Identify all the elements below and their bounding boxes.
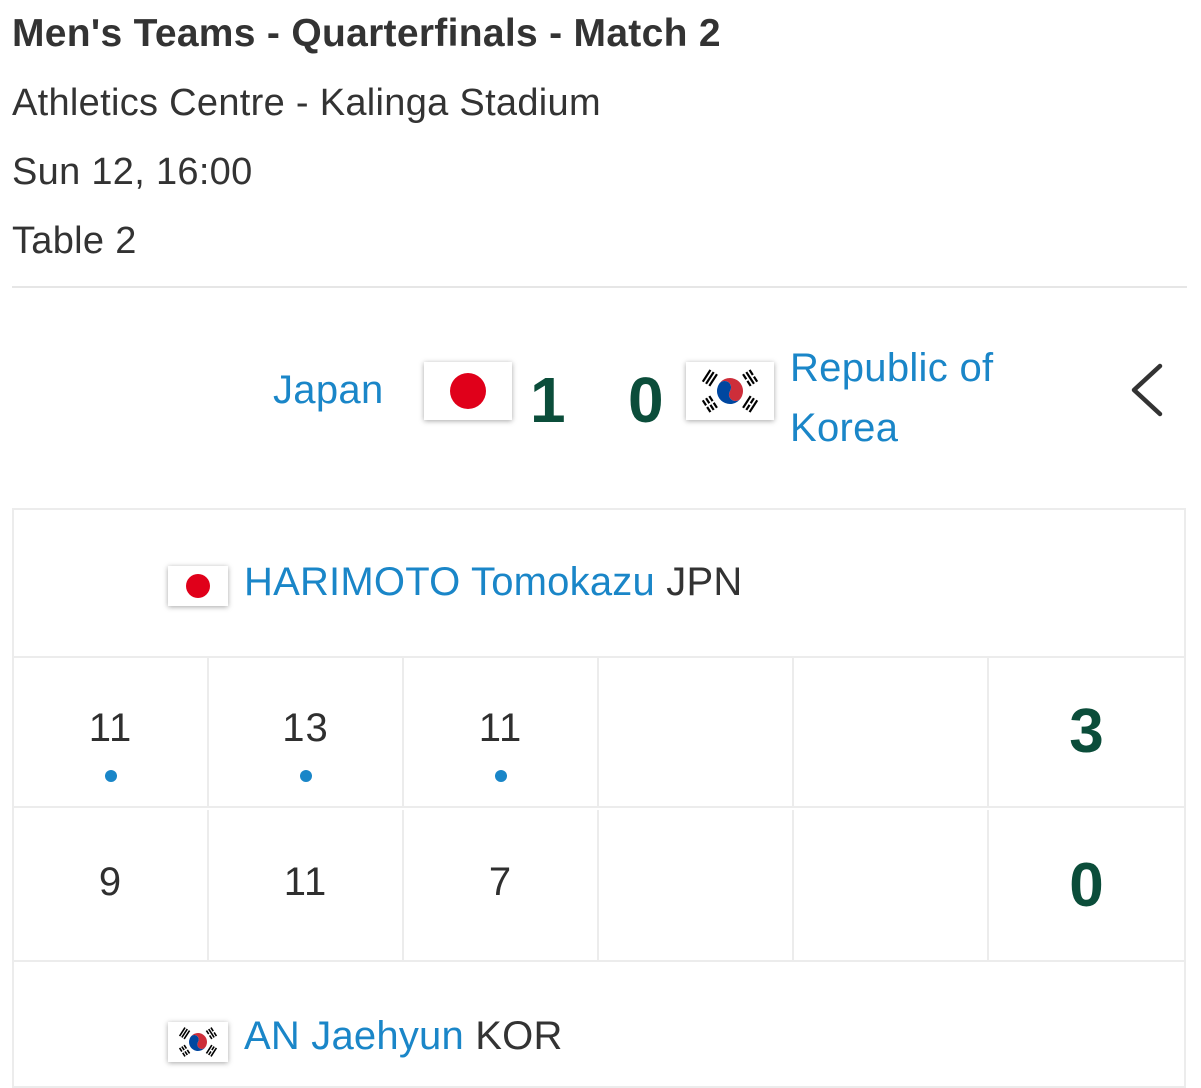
korea-flag-icon — [686, 362, 774, 420]
chevron-left-icon — [1131, 363, 1163, 417]
game-3-away-cell: 7 — [404, 810, 599, 960]
korea-flag-icon — [168, 1022, 228, 1062]
game-2-away-score: 11 — [283, 860, 328, 904]
away-player-link[interactable]: AN Jaehyun — [244, 1014, 464, 1058]
game-1-away-score: 9 — [98, 860, 123, 904]
game-1-home-cell: 11 — [14, 656, 209, 806]
game-1-away-cell: 9 — [14, 810, 209, 960]
home-player-link[interactable]: HARIMOTO Tomokazu — [244, 560, 655, 604]
home-player-country-code: JPN — [666, 560, 743, 604]
home-score-row: 11 13 11 3 — [14, 656, 1184, 808]
venue-label: Athletics Centre - Kalinga Stadium — [12, 82, 601, 124]
home-player-name: HARIMOTO Tomokazu JPN — [244, 560, 742, 605]
game-3-home-score: 11 — [478, 706, 523, 750]
home-team-score: 1 — [530, 364, 566, 436]
game-4-home-cell — [599, 656, 794, 806]
match-card: HARIMOTO Tomokazu JPN 11 13 11 3 9 11 7 … — [12, 508, 1186, 1088]
game-2-away-cell: 11 — [209, 810, 404, 960]
home-team-name[interactable]: Japan — [273, 368, 383, 413]
away-player-name: AN Jaehyun KOR — [244, 1014, 563, 1059]
away-player-country-code: KOR — [475, 1014, 563, 1058]
home-total-cell: 3 — [989, 656, 1184, 806]
game-2-home-score: 13 — [282, 706, 329, 750]
page-title: Men's Teams - Quarterfinals - Match 2 — [12, 12, 721, 55]
game-5-away-cell — [794, 810, 989, 960]
win-dot-icon — [104, 770, 117, 782]
back-button[interactable] — [1124, 358, 1174, 422]
away-player-row: AN Jaehyun KOR — [14, 964, 1184, 1084]
win-dot-icon — [299, 770, 312, 782]
japan-flag-icon — [168, 566, 228, 606]
away-total-score: 0 — [1069, 851, 1104, 920]
game-3-away-score: 7 — [488, 860, 513, 904]
japan-flag-icon — [424, 362, 512, 420]
away-score-row: 9 11 7 0 — [14, 810, 1184, 962]
table-number-label: Table 2 — [12, 220, 137, 262]
home-player-row: HARIMOTO Tomokazu JPN — [14, 510, 1184, 658]
away-team-name[interactable]: Republic of Korea — [790, 338, 1060, 458]
game-3-home-cell: 11 — [404, 656, 599, 806]
header-divider — [12, 286, 1187, 288]
win-dot-icon — [494, 770, 507, 782]
date-time-label: Sun 12, 16:00 — [12, 151, 253, 193]
game-1-home-score: 11 — [88, 706, 133, 750]
game-4-away-cell — [599, 810, 794, 960]
game-5-home-cell — [794, 656, 989, 806]
away-total-cell: 0 — [989, 810, 1184, 960]
home-total-score: 3 — [1069, 697, 1104, 766]
game-2-home-cell: 13 — [209, 656, 404, 806]
away-team-score: 0 — [628, 364, 664, 436]
